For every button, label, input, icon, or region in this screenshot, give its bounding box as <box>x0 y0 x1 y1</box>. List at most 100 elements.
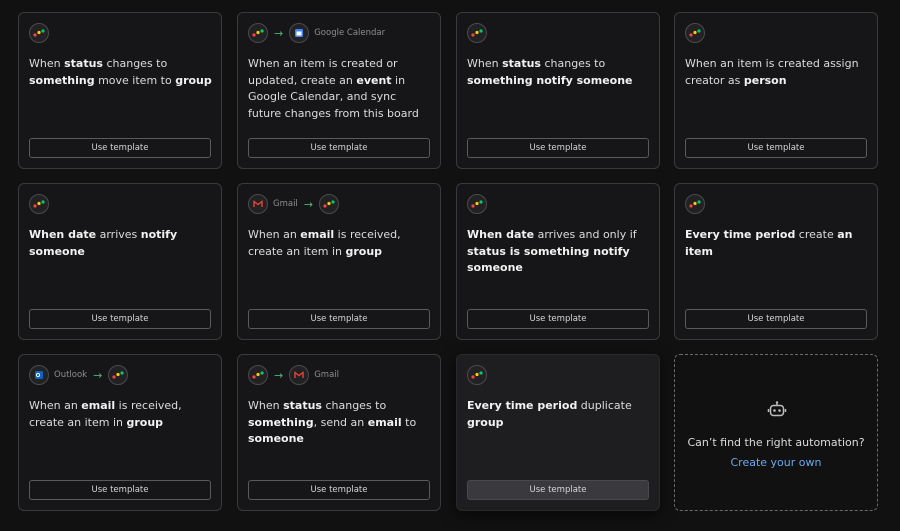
description-keyword: status <box>502 57 541 70</box>
description-keyword: email <box>300 228 335 241</box>
template-description: When date arrives and only if status is … <box>467 227 651 277</box>
description-text: changes to <box>540 57 606 70</box>
monday-logo-icon <box>319 194 340 214</box>
description-keyword: status <box>283 399 322 412</box>
description-text: to <box>401 415 417 429</box>
template-description: When status changes to something notify … <box>467 56 651 89</box>
description-keyword: status is something notify someone <box>467 244 630 275</box>
template-card-status-send-email: → Gmail When status changes to something… <box>237 354 441 511</box>
description-text: changes to <box>102 57 168 70</box>
description-keyword: group <box>467 415 504 429</box>
use-template-button[interactable]: Use template <box>29 309 211 329</box>
template-card-date-status-notify: When date arrives and only if status is … <box>456 183 660 340</box>
app-icons <box>467 365 487 385</box>
use-template-button[interactable]: Use template <box>467 309 649 329</box>
description-text: move item to <box>94 73 176 87</box>
description-keyword: Every time period <box>467 399 578 412</box>
description-keyword: When date <box>467 228 535 241</box>
arrow-right-icon: → <box>303 197 314 211</box>
template-card-google-calendar-sync: → Google Calendar When an item is create… <box>237 12 441 169</box>
template-description: When status changes to something move it… <box>29 56 213 89</box>
use-template-button[interactable]: Use template <box>685 309 867 329</box>
description-text: duplicate <box>577 399 632 412</box>
app-icons <box>467 23 487 43</box>
template-description: When date arrives notify someone <box>29 227 213 260</box>
description-text: create <box>795 228 838 241</box>
use-template-button[interactable]: Use template <box>467 138 649 158</box>
template-description: When an item is created assign creator a… <box>685 56 869 89</box>
google-calendar-icon <box>289 23 310 43</box>
template-description: When an email is received, create an ite… <box>248 227 432 260</box>
template-card-recurring-duplicate: Every time period duplicate group Use te… <box>456 354 660 511</box>
monday-logo-icon <box>248 23 268 43</box>
description-keyword: When date <box>29 228 97 241</box>
monday-logo-icon <box>29 194 49 214</box>
app-name-outlook: Outlook <box>54 370 88 380</box>
arrow-right-icon: → <box>274 26 284 40</box>
gmail-icon <box>289 365 310 385</box>
monday-logo-icon <box>467 365 487 385</box>
app-icons <box>29 194 49 214</box>
description-keyword: something notify someone <box>467 73 633 87</box>
monday-logo-icon <box>685 194 705 214</box>
description-text: , send an <box>313 415 368 429</box>
description-text: arrives <box>96 228 141 241</box>
description-text: When <box>248 399 284 412</box>
description-text: When <box>29 57 65 70</box>
template-card-recurring-create: Every time period create an item Use tem… <box>674 183 878 340</box>
description-keyword: group <box>126 415 164 429</box>
template-card-outlook-create-item: Outlook → When an email is received, cre… <box>18 354 222 511</box>
use-template-button[interactable]: Use template <box>248 138 430 158</box>
app-icons <box>685 194 705 214</box>
arrow-right-icon: → <box>274 368 284 382</box>
app-name-gmail: Gmail <box>273 199 298 209</box>
template-description: Every time period create an item <box>685 227 869 260</box>
monday-logo-icon <box>467 194 487 214</box>
app-name-gmail: Gmail <box>314 370 340 380</box>
create-your-own-card: Can’t find the right automation? Create … <box>674 354 878 511</box>
use-template-button[interactable]: Use template <box>467 480 649 500</box>
description-keyword: status <box>64 57 103 70</box>
app-icons: → Gmail <box>248 365 339 385</box>
description-keyword: person <box>743 73 787 87</box>
app-name-google-calendar: Google Calendar <box>314 28 386 38</box>
gmail-icon <box>248 194 268 214</box>
description-keyword: something <box>248 415 314 429</box>
template-card-status-notify: When status changes to something notify … <box>456 12 660 169</box>
template-description: When an email is received, create an ite… <box>29 398 213 431</box>
template-card-gmail-create-item: Gmail → When an email is received, creat… <box>237 183 441 340</box>
description-keyword: event <box>356 73 392 87</box>
monday-logo-icon <box>467 23 487 43</box>
cta-prompt: Can’t find the right automation? <box>687 436 865 449</box>
monday-logo-icon <box>685 23 705 43</box>
use-template-button[interactable]: Use template <box>248 309 430 329</box>
use-template-button[interactable]: Use template <box>248 480 430 500</box>
template-card-assign-creator: When an item is created assign creator a… <box>674 12 878 169</box>
template-description: When an item is created or updated, crea… <box>248 56 432 122</box>
use-template-button[interactable]: Use template <box>29 480 211 500</box>
app-icons <box>685 23 705 43</box>
description-text: When an <box>29 399 82 412</box>
description-keyword: email <box>81 399 116 412</box>
app-icons <box>467 194 487 214</box>
arrow-right-icon: → <box>93 368 103 382</box>
description-text: arrives and only if <box>534 228 637 241</box>
description-keyword: group <box>175 73 212 87</box>
outlook-icon <box>29 365 49 385</box>
use-template-button[interactable]: Use template <box>685 138 867 158</box>
use-template-button[interactable]: Use template <box>29 138 211 158</box>
create-your-own-link[interactable]: Create your own <box>675 456 877 469</box>
description-keyword: someone <box>248 432 304 446</box>
template-description: Every time period duplicate group <box>467 398 651 431</box>
description-text: changes to <box>321 399 387 412</box>
description-keyword: something <box>29 73 95 87</box>
description-keyword: Every time period <box>685 228 796 241</box>
app-icons <box>29 23 49 43</box>
template-card-status-move-item: When status changes to something move it… <box>18 12 222 169</box>
template-description: When status changes to something, send a… <box>248 398 432 448</box>
monday-logo-icon <box>29 23 49 43</box>
app-icons: Outlook → <box>29 365 129 385</box>
description-keyword: group <box>345 244 383 258</box>
description-text: When an <box>248 228 301 241</box>
description-keyword: email <box>367 415 402 429</box>
